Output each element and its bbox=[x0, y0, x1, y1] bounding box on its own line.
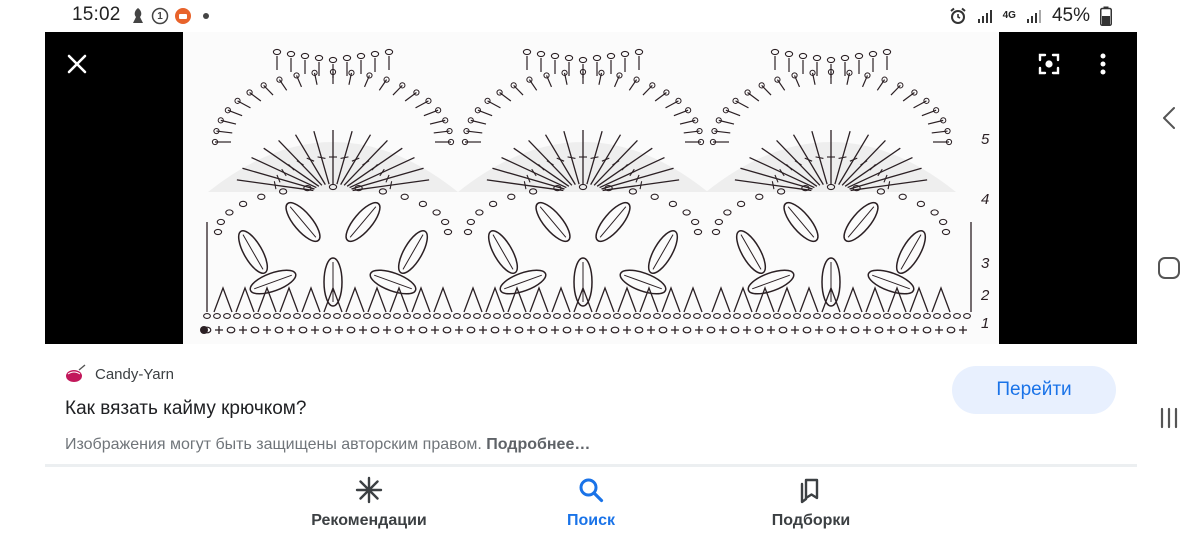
signal-icon bbox=[977, 10, 992, 23]
status-bar: 15:02 1 4G 45% bbox=[0, 0, 1200, 32]
home-square-icon bbox=[1158, 257, 1180, 279]
lens-button[interactable] bbox=[1033, 48, 1065, 80]
result-title[interactable]: Как вязать кайму крючком? bbox=[65, 398, 306, 420]
row-number-5: 5 bbox=[981, 131, 990, 148]
more-vert-icon bbox=[1100, 53, 1106, 75]
nav-recommendations-label: Рекомендации bbox=[311, 512, 427, 529]
status-clock: 15:02 bbox=[72, 4, 121, 25]
crochet-pattern-image[interactable]: 5 4 3 2 1 bbox=[183, 32, 999, 344]
copyright-text: Изображения могут быть защищены авторски… bbox=[65, 436, 482, 453]
battery-percent: 45% bbox=[1051, 5, 1090, 26]
row-number-3: 3 bbox=[981, 255, 990, 272]
app-notification-icon bbox=[174, 6, 192, 26]
row-number-1: 1 bbox=[981, 315, 989, 332]
source-site[interactable]: Candy-Yarn bbox=[65, 364, 174, 384]
row-number-2: 2 bbox=[980, 287, 990, 304]
close-icon bbox=[67, 54, 87, 74]
collections-icon bbox=[796, 475, 826, 505]
notification-count: 1 bbox=[157, 10, 163, 22]
site-favicon-icon bbox=[66, 364, 86, 382]
system-home-button[interactable] bbox=[1153, 252, 1185, 284]
signal-secondary-icon bbox=[1026, 10, 1041, 23]
bottom-navigation: Рекомендации Поиск Подборки bbox=[45, 467, 1137, 540]
lens-icon bbox=[1038, 53, 1060, 75]
result-info-panel: Candy-Yarn Как вязать кайму крючком? Изо… bbox=[45, 344, 1137, 464]
network-type-label: 4G bbox=[1002, 10, 1016, 21]
nav-recommendations[interactable]: Рекомендации bbox=[279, 475, 459, 535]
alarm-icon bbox=[949, 7, 966, 24]
nav-collections-label: Подборки bbox=[771, 512, 851, 529]
notification-badge-icon: 1 bbox=[151, 6, 169, 26]
system-back-button[interactable] bbox=[1153, 102, 1185, 134]
close-button[interactable] bbox=[61, 48, 93, 80]
visit-button[interactable]: Перейти bbox=[952, 366, 1116, 414]
notification-app-icon bbox=[129, 6, 147, 26]
more-notifications-dot-icon bbox=[202, 6, 210, 26]
nav-search-label: Поиск bbox=[566, 512, 615, 529]
crochet-chart-drawing: 5 4 3 2 1 bbox=[183, 32, 999, 344]
more-info-link[interactable]: Подробнее… bbox=[486, 436, 590, 453]
phone-screen: 15:02 1 4G 45% 5 4 3 2 1 Candy-Yarn Как … bbox=[0, 0, 1200, 540]
nav-search[interactable]: Поиск bbox=[501, 475, 681, 535]
image-viewer: 5 4 3 2 1 bbox=[45, 32, 1137, 344]
more-options-button[interactable] bbox=[1087, 48, 1119, 80]
system-navigation-bar bbox=[1137, 32, 1200, 540]
nav-collections[interactable]: Подборки bbox=[721, 475, 901, 535]
recents-icon bbox=[1160, 407, 1178, 429]
source-name: Candy-Yarn bbox=[95, 365, 174, 383]
battery-icon bbox=[1100, 6, 1112, 26]
row-number-4: 4 bbox=[981, 191, 989, 208]
status-right-group: 4G 45% bbox=[949, 4, 1112, 28]
system-recents-button[interactable] bbox=[1153, 402, 1185, 434]
search-icon bbox=[576, 475, 606, 505]
sparkle-icon bbox=[354, 475, 384, 505]
back-chevron-icon bbox=[1163, 107, 1175, 129]
copyright-notice: Изображения могут быть защищены авторски… bbox=[65, 436, 590, 454]
